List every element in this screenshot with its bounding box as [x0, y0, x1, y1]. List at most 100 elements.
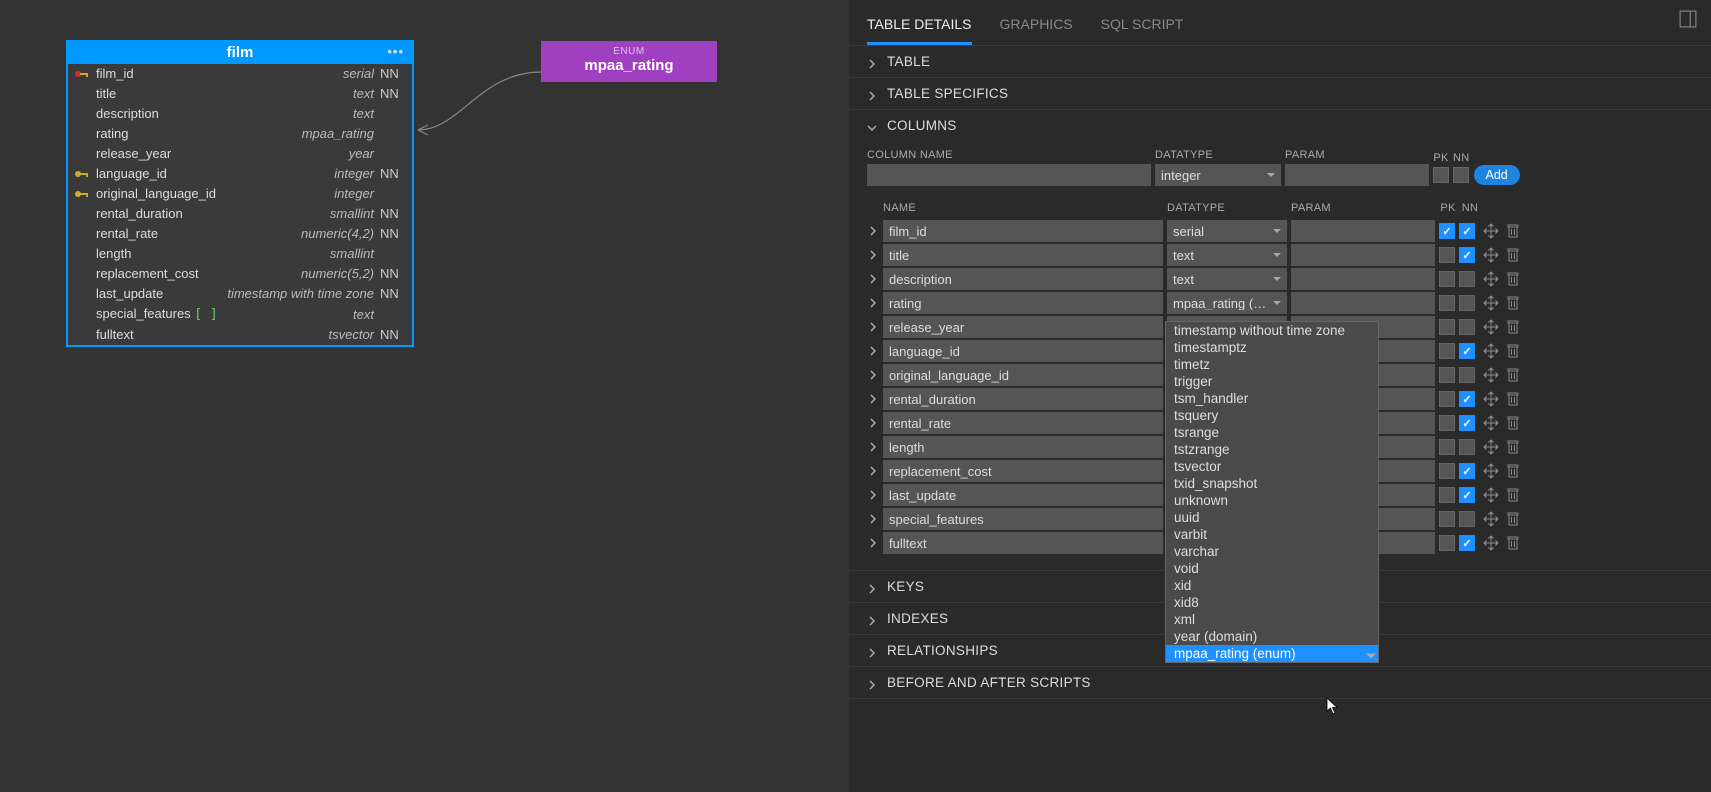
input-param[interactable]	[1285, 164, 1429, 186]
entity-column-row[interactable]: last_updatetimestamp with time zoneNN	[68, 284, 412, 304]
datatype-dropdown[interactable]: timestamp without time zonetimestamptzti…	[1165, 321, 1379, 663]
input-column-name[interactable]	[867, 164, 1151, 186]
delete-row-icon[interactable]	[1505, 343, 1521, 359]
delete-row-icon[interactable]	[1505, 535, 1521, 551]
entity-column-row[interactable]: ratingmpaa_rating	[68, 124, 412, 144]
column-pk-checkbox[interactable]	[1439, 463, 1455, 479]
column-name-input[interactable]	[883, 532, 1163, 554]
column-name-input[interactable]	[883, 244, 1163, 266]
tab-sql-script[interactable]: SQL SCRIPT	[1101, 10, 1184, 45]
column-nn-checkbox[interactable]	[1459, 319, 1475, 335]
delete-row-icon[interactable]	[1505, 319, 1521, 335]
expand-row-icon[interactable]	[867, 274, 879, 284]
diagram-canvas[interactable]: film ••• film_idserialNNtitletextNNdescr…	[0, 0, 849, 792]
move-row-icon[interactable]	[1483, 487, 1499, 503]
entity-column-row[interactable]: special_features [ ]text	[68, 304, 412, 325]
dropdown-option[interactable]: timetz	[1166, 356, 1378, 373]
move-row-icon[interactable]	[1483, 535, 1499, 551]
entity-column-row[interactable]: titletextNN	[68, 84, 412, 104]
expand-row-icon[interactable]	[867, 514, 879, 524]
column-param-input[interactable]	[1291, 220, 1435, 242]
column-nn-checkbox[interactable]	[1459, 391, 1475, 407]
expand-row-icon[interactable]	[867, 466, 879, 476]
move-row-icon[interactable]	[1483, 295, 1499, 311]
expand-row-icon[interactable]	[867, 250, 879, 260]
add-column-button[interactable]: Add	[1474, 165, 1520, 185]
column-name-input[interactable]	[883, 220, 1163, 242]
column-name-input[interactable]	[883, 388, 1163, 410]
column-datatype-select[interactable]: serial	[1167, 220, 1287, 242]
delete-row-icon[interactable]	[1505, 487, 1521, 503]
dropdown-option[interactable]: xid8	[1166, 594, 1378, 611]
delete-row-icon[interactable]	[1505, 295, 1521, 311]
column-nn-checkbox[interactable]	[1459, 487, 1475, 503]
tab-graphics[interactable]: GRAPHICS	[1000, 10, 1073, 45]
column-name-input[interactable]	[883, 340, 1163, 362]
delete-row-icon[interactable]	[1505, 415, 1521, 431]
move-row-icon[interactable]	[1483, 391, 1499, 407]
panel-layout-icon[interactable]	[1679, 10, 1697, 28]
move-row-icon[interactable]	[1483, 271, 1499, 287]
dropdown-option[interactable]: year (domain)	[1166, 628, 1378, 645]
section-header-columns[interactable]: COLUMNS	[849, 110, 1711, 141]
move-row-icon[interactable]	[1483, 439, 1499, 455]
move-row-icon[interactable]	[1483, 511, 1499, 527]
delete-row-icon[interactable]	[1505, 391, 1521, 407]
enum-entity-mpaa-rating[interactable]: ENUM mpaa_rating	[541, 41, 717, 82]
entity-column-row[interactable]: original_language_idinteger	[68, 184, 412, 204]
table-entity-film[interactable]: film ••• film_idserialNNtitletextNNdescr…	[66, 40, 414, 347]
column-nn-checkbox[interactable]	[1459, 223, 1475, 239]
select-datatype[interactable]: integer	[1155, 164, 1281, 186]
entity-more-icon[interactable]: •••	[387, 44, 404, 59]
column-name-input[interactable]	[883, 292, 1163, 314]
dropdown-option[interactable]: tstzrange	[1166, 441, 1378, 458]
column-pk-checkbox[interactable]	[1439, 367, 1455, 383]
dropdown-option[interactable]: varbit	[1166, 526, 1378, 543]
dropdown-option[interactable]: txid_snapshot	[1166, 475, 1378, 492]
delete-row-icon[interactable]	[1505, 223, 1521, 239]
column-name-input[interactable]	[883, 364, 1163, 386]
column-nn-checkbox[interactable]	[1459, 439, 1475, 455]
column-nn-checkbox[interactable]	[1459, 367, 1475, 383]
expand-row-icon[interactable]	[867, 418, 879, 428]
dropdown-option[interactable]: varchar	[1166, 543, 1378, 560]
column-name-input[interactable]	[883, 268, 1163, 290]
section-header-before-after[interactable]: BEFORE AND AFTER SCRIPTS	[849, 667, 1711, 698]
move-row-icon[interactable]	[1483, 463, 1499, 479]
move-row-icon[interactable]	[1483, 415, 1499, 431]
column-nn-checkbox[interactable]	[1459, 511, 1475, 527]
column-name-input[interactable]	[883, 484, 1163, 506]
tab-table-details[interactable]: TABLE DETAILS	[867, 10, 972, 45]
dropdown-option[interactable]: timestamp without time zone	[1166, 322, 1378, 339]
column-pk-checkbox[interactable]	[1439, 247, 1455, 263]
expand-row-icon[interactable]	[867, 538, 879, 548]
dropdown-option[interactable]: xml	[1166, 611, 1378, 628]
move-row-icon[interactable]	[1483, 247, 1499, 263]
dropdown-option[interactable]: trigger	[1166, 373, 1378, 390]
dropdown-option[interactable]: tsvector	[1166, 458, 1378, 475]
dropdown-option[interactable]: tsquery	[1166, 407, 1378, 424]
dropdown-option[interactable]: tsm_handler	[1166, 390, 1378, 407]
column-nn-checkbox[interactable]	[1459, 343, 1475, 359]
column-pk-checkbox[interactable]	[1439, 415, 1455, 431]
column-datatype-select[interactable]: text	[1167, 244, 1287, 266]
column-name-input[interactable]	[883, 460, 1163, 482]
column-nn-checkbox[interactable]	[1459, 415, 1475, 431]
expand-row-icon[interactable]	[867, 322, 879, 332]
delete-row-icon[interactable]	[1505, 463, 1521, 479]
column-nn-checkbox[interactable]	[1459, 247, 1475, 263]
entity-column-row[interactable]: language_idintegerNN	[68, 164, 412, 184]
entity-column-row[interactable]: release_yearyear	[68, 144, 412, 164]
entity-column-row[interactable]: descriptiontext	[68, 104, 412, 124]
column-nn-checkbox[interactable]	[1459, 295, 1475, 311]
column-pk-checkbox[interactable]	[1439, 343, 1455, 359]
checkbox-pk[interactable]	[1433, 167, 1449, 183]
column-datatype-select[interactable]: text	[1167, 268, 1287, 290]
delete-row-icon[interactable]	[1505, 271, 1521, 287]
delete-row-icon[interactable]	[1505, 367, 1521, 383]
expand-row-icon[interactable]	[867, 490, 879, 500]
column-pk-checkbox[interactable]	[1439, 295, 1455, 311]
dropdown-option[interactable]: uuid	[1166, 509, 1378, 526]
column-param-input[interactable]	[1291, 244, 1435, 266]
move-row-icon[interactable]	[1483, 223, 1499, 239]
